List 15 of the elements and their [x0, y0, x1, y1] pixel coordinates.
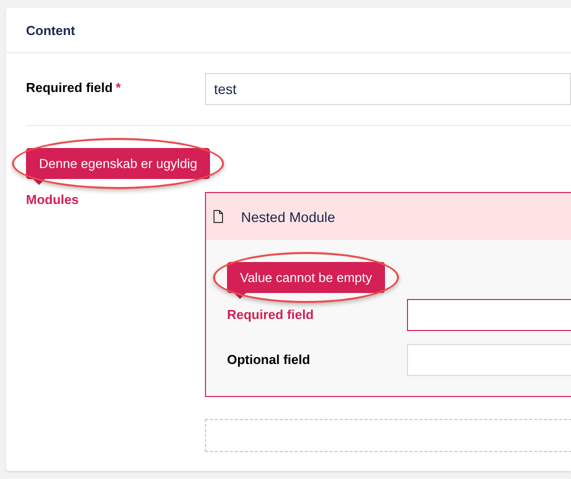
text-input[interactable]: test [205, 73, 571, 105]
text-input[interactable] [407, 299, 571, 331]
field-label: Required field * [26, 79, 122, 95]
module-title: Nested Module [241, 208, 336, 224]
field-label: Optional field [227, 351, 312, 367]
field-label: Required field [227, 306, 315, 322]
section-title: Content [26, 22, 76, 38]
tooltip-pointer [33, 179, 45, 185]
property-label: Modules [26, 192, 80, 209]
document-icon [213, 210, 223, 223]
error-tooltip: Value cannot be empty [227, 262, 386, 293]
tooltip-pointer [234, 293, 246, 299]
error-tooltip: Denne egenskab er ugyldig [26, 148, 210, 179]
module-header[interactable]: Nested Module [206, 193, 571, 240]
add-module-area[interactable] [205, 419, 571, 452]
